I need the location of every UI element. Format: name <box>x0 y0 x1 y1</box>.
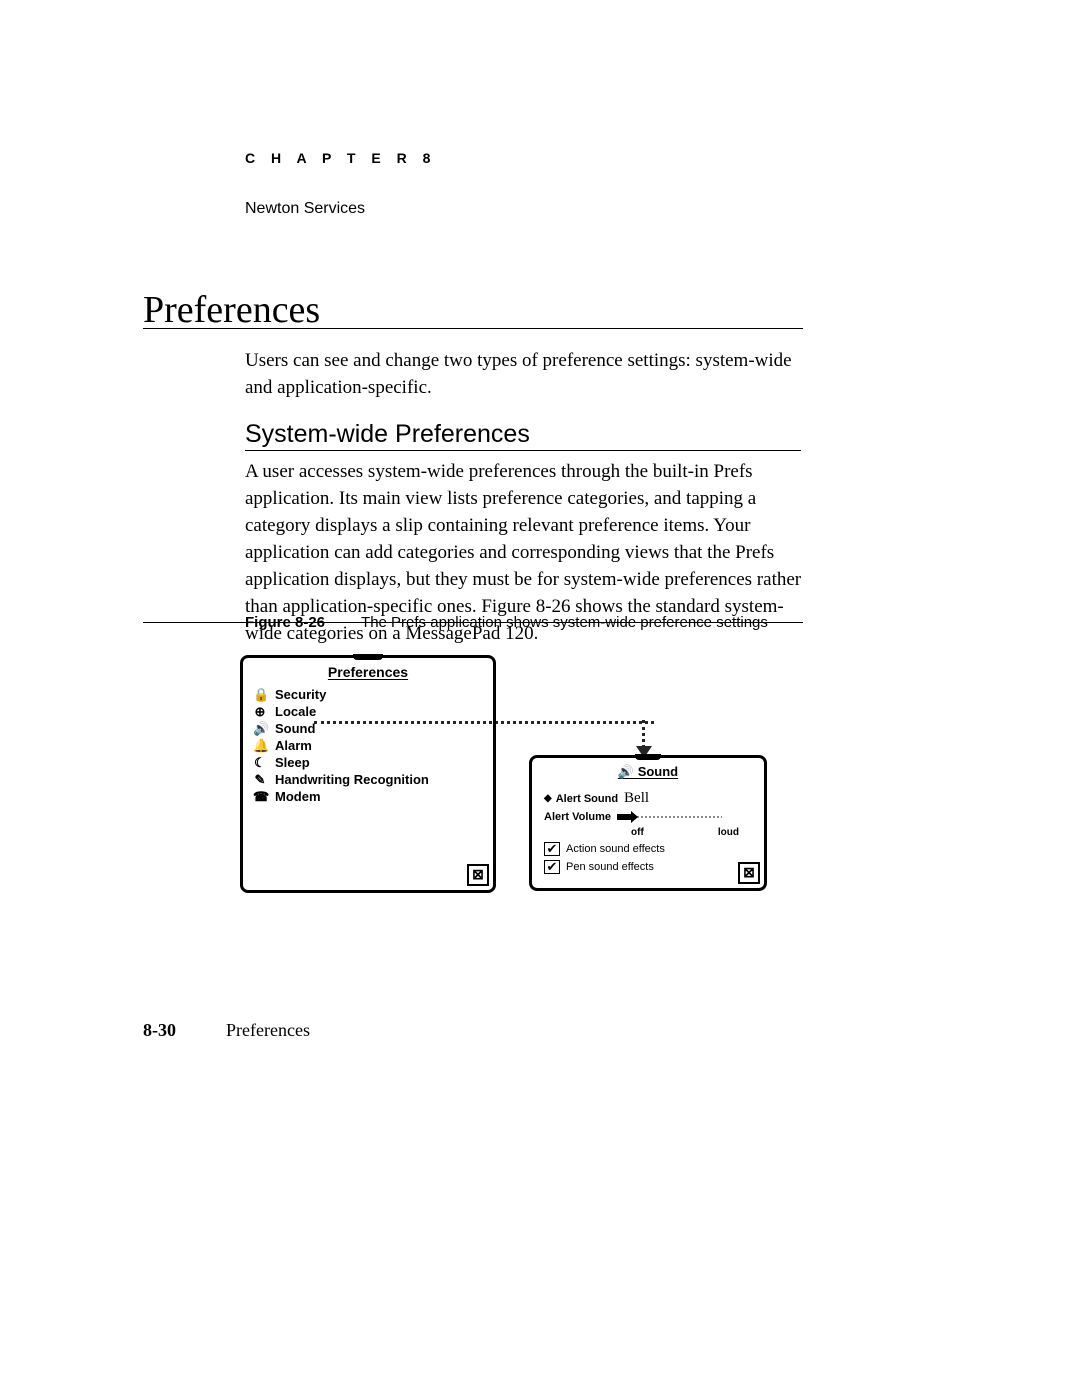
alert-sound-value: Bell <box>624 790 649 807</box>
section-name: Newton Services <box>245 200 365 218</box>
sound-icon: 🔊 <box>253 720 267 737</box>
sound-slip-window: 🔊 Sound ◆ Alert Sound Bell Alert Volume … <box>529 755 767 891</box>
action-sound-checkbox[interactable]: ✔ Action sound effects <box>544 842 754 856</box>
phone-icon: ☎ <box>253 788 267 805</box>
drag-handle[interactable] <box>635 754 661 760</box>
sidebar-item-label: Locale <box>275 703 316 720</box>
checkbox-label: Action sound effects <box>566 843 665 855</box>
annotation-arrow <box>642 720 645 748</box>
annotation-connector <box>314 721 654 724</box>
alert-volume-slider[interactable] <box>617 812 722 822</box>
prefs-main-window: Preferences 🔒 Security ⊕ Locale 🔊 Sound … <box>240 655 496 893</box>
sidebar-item-alarm[interactable]: 🔔 Alarm <box>253 737 485 754</box>
sidebar-item-sleep[interactable]: ☾ Sleep <box>253 754 485 771</box>
page-number: 8-30 <box>143 1020 226 1040</box>
sleep-icon: ☾ <box>253 754 267 771</box>
sidebar-item-security[interactable]: 🔒 Security <box>253 686 485 703</box>
sidebar-item-label: Handwriting Recognition <box>275 771 429 788</box>
pen-icon: ✎ <box>253 771 267 788</box>
volume-max-label: loud <box>718 827 739 838</box>
sidebar-item-label: Sleep <box>275 754 310 771</box>
sidebar-item-locale[interactable]: ⊕ Locale <box>253 703 485 720</box>
window-title: Preferences <box>243 664 493 680</box>
figure-text: The Prefs application shows system-wide … <box>361 614 768 631</box>
title-rule <box>143 328 803 329</box>
figure-number: Figure 8-26 <box>245 614 361 631</box>
lock-icon: 🔒 <box>253 686 267 703</box>
drag-handle[interactable] <box>353 654 383 660</box>
diamond-icon: ◆ <box>544 793 552 804</box>
subheading: System-wide Preferences <box>245 420 530 449</box>
sound-icon: 🔊 <box>618 764 634 779</box>
chapter-label: C H A P T E R 8 <box>245 150 436 166</box>
sidebar-item-handwriting[interactable]: ✎ Handwriting Recognition <box>253 771 485 788</box>
slip-title: 🔊 Sound <box>532 764 764 780</box>
sidebar-item-modem[interactable]: ☎ Modem <box>253 788 485 805</box>
slider-thumb-icon <box>631 811 638 823</box>
globe-icon: ⊕ <box>253 703 267 720</box>
volume-min-label: off <box>631 827 644 838</box>
subheading-rule <box>245 450 801 451</box>
checkbox-checked-icon: ✔ <box>544 842 560 856</box>
footer-section: Preferences <box>226 1020 310 1040</box>
sidebar-item-label: Modem <box>275 788 321 805</box>
sidebar-item-label: Sound <box>275 720 315 737</box>
alert-sound-picker[interactable]: ◆ Alert Sound Bell <box>544 790 754 807</box>
page-title: Preferences <box>143 288 320 332</box>
checkbox-label: Pen sound effects <box>566 861 654 873</box>
sidebar-item-label: Alarm <box>275 737 312 754</box>
sidebar-item-label: Security <box>275 686 326 703</box>
close-button[interactable]: ⊠ <box>738 862 760 884</box>
alert-sound-label: Alert Sound <box>556 793 618 805</box>
page-footer: 8-30Preferences <box>143 1020 310 1041</box>
close-button[interactable]: ⊠ <box>467 864 489 886</box>
figure-caption: Figure 8-26The Prefs application shows s… <box>245 614 768 631</box>
checkbox-checked-icon: ✔ <box>544 860 560 874</box>
body-paragraph-1: Users can see and change two types of pr… <box>245 348 805 402</box>
alert-volume-label: Alert Volume <box>544 811 611 823</box>
pen-sound-checkbox[interactable]: ✔ Pen sound effects <box>544 860 754 874</box>
alarm-icon: 🔔 <box>253 737 267 754</box>
